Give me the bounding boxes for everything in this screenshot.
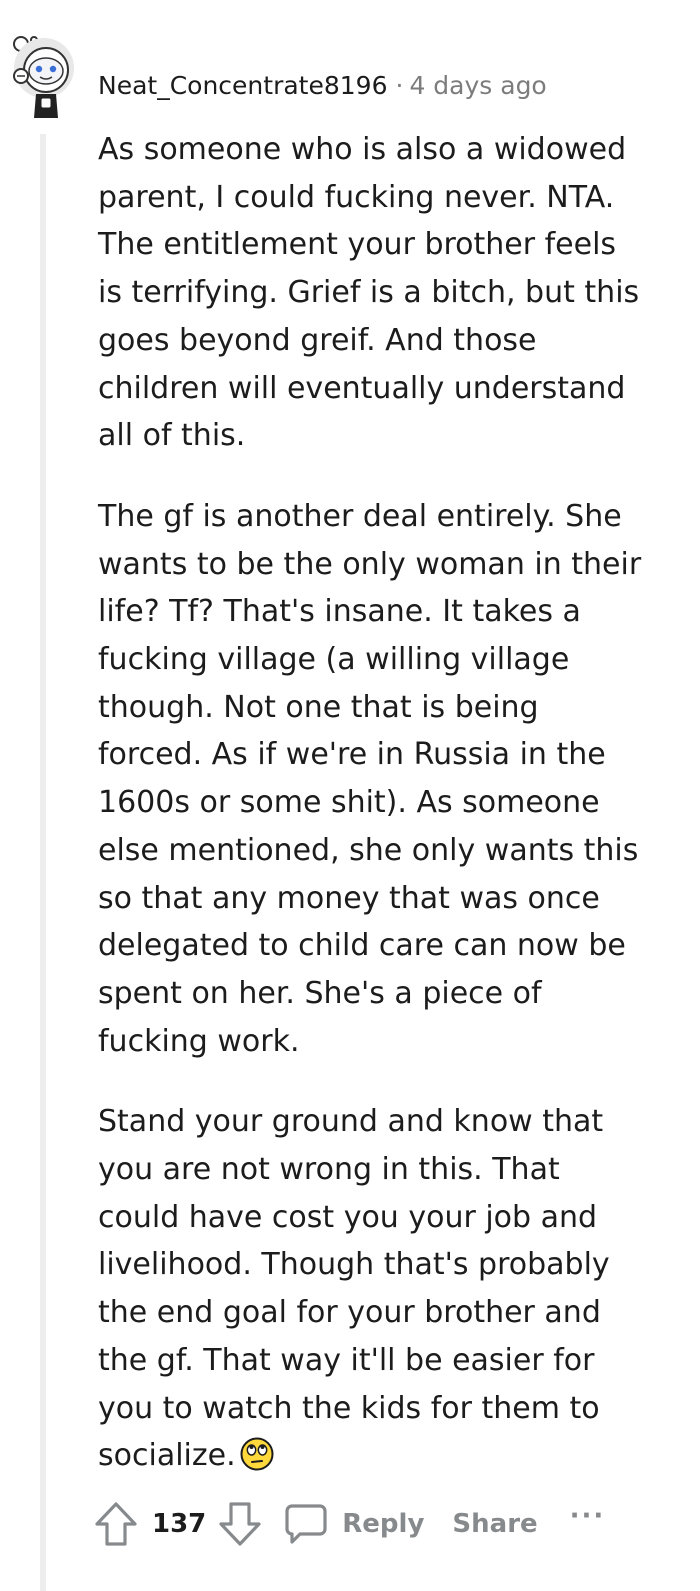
rolling-eyes-emoji-icon [240,1437,274,1486]
text-line: As someone who is also a widowed [98,132,627,167]
text-line: fucking work. [98,1023,300,1059]
text-line: fucking village (a willing village [98,642,570,678]
text-line: though. Not one that is being [98,689,539,725]
snoo-astronaut-avatar-icon [13,36,74,118]
comment-paragraph-1: As someone who is also a widowed parent,… [98,126,658,460]
comment-meta: Neat_Concentrate8196 · 4 days ago [98,68,547,104]
comment-body: As someone who is also a widowed parent,… [98,126,658,1519]
reply-label: Reply [342,1509,425,1539]
text-line: delegated to child care can now be [98,928,626,964]
text-line: could have cost you your job and [98,1199,598,1235]
text-line: 1600s or some shit). As someone [98,785,600,821]
meta-separator: · [395,71,404,100]
text-line: livelihood. Though that's probably [98,1247,610,1283]
text-line: the end goal for your brother and [98,1295,601,1331]
text-line: all of this. [98,418,246,454]
text-line: you to watch the kids for them to [98,1390,600,1426]
text-line: forced. As if we're in Russia in the [98,737,606,773]
text-line: wants to be the only woman in their [98,546,642,582]
comment-paragraph-2: The gf is another deal entirely. She wan… [98,493,658,1065]
text-line: Stand your ground and know that [98,1104,604,1140]
text-line: you are not wrong in this. That [98,1152,560,1188]
text-line: so that any money that was once [98,880,600,916]
vote-score: 137 [152,1509,207,1539]
thread-line[interactable] [40,134,46,1591]
text-line-content: socialize. [98,1438,236,1474]
upvote-icon[interactable] [94,1501,138,1547]
reply-button[interactable]: Reply [284,1502,424,1546]
share-button[interactable]: Share [452,1509,537,1539]
comment-bubble-icon [284,1502,328,1546]
text-line: spent on her. She's a piece of [98,975,542,1011]
text-line: is terrifying. Grief is a bitch, but thi… [98,275,640,311]
username-link[interactable]: Neat_Concentrate8196 [98,71,387,100]
avatar[interactable] [10,34,80,120]
text-line: children will eventually understand [98,370,626,406]
text-line: the gf. That way it'll be easier for [98,1342,595,1378]
comment-action-bar: 137 Reply Share ··· [94,1496,694,1552]
comment-paragraph-3: Stand your ground and know that you are … [98,1098,658,1486]
more-options-button[interactable]: ··· [570,1501,606,1531]
downvote-icon[interactable] [218,1501,262,1547]
text-line-last: socialize. [98,1432,658,1486]
text-line: goes beyond greif. And those [98,322,537,358]
text-line: else mentioned, she only wants this [98,832,639,868]
text-line: The gf is another deal entirely. She [98,498,622,534]
text-line: life? Tf? That's insane. It takes a [98,594,581,630]
timestamp[interactable]: 4 days ago [409,71,546,100]
text-line: parent, I could fucking never. NTA. [98,179,615,215]
text-line: The entitlement your brother feels [98,227,617,263]
